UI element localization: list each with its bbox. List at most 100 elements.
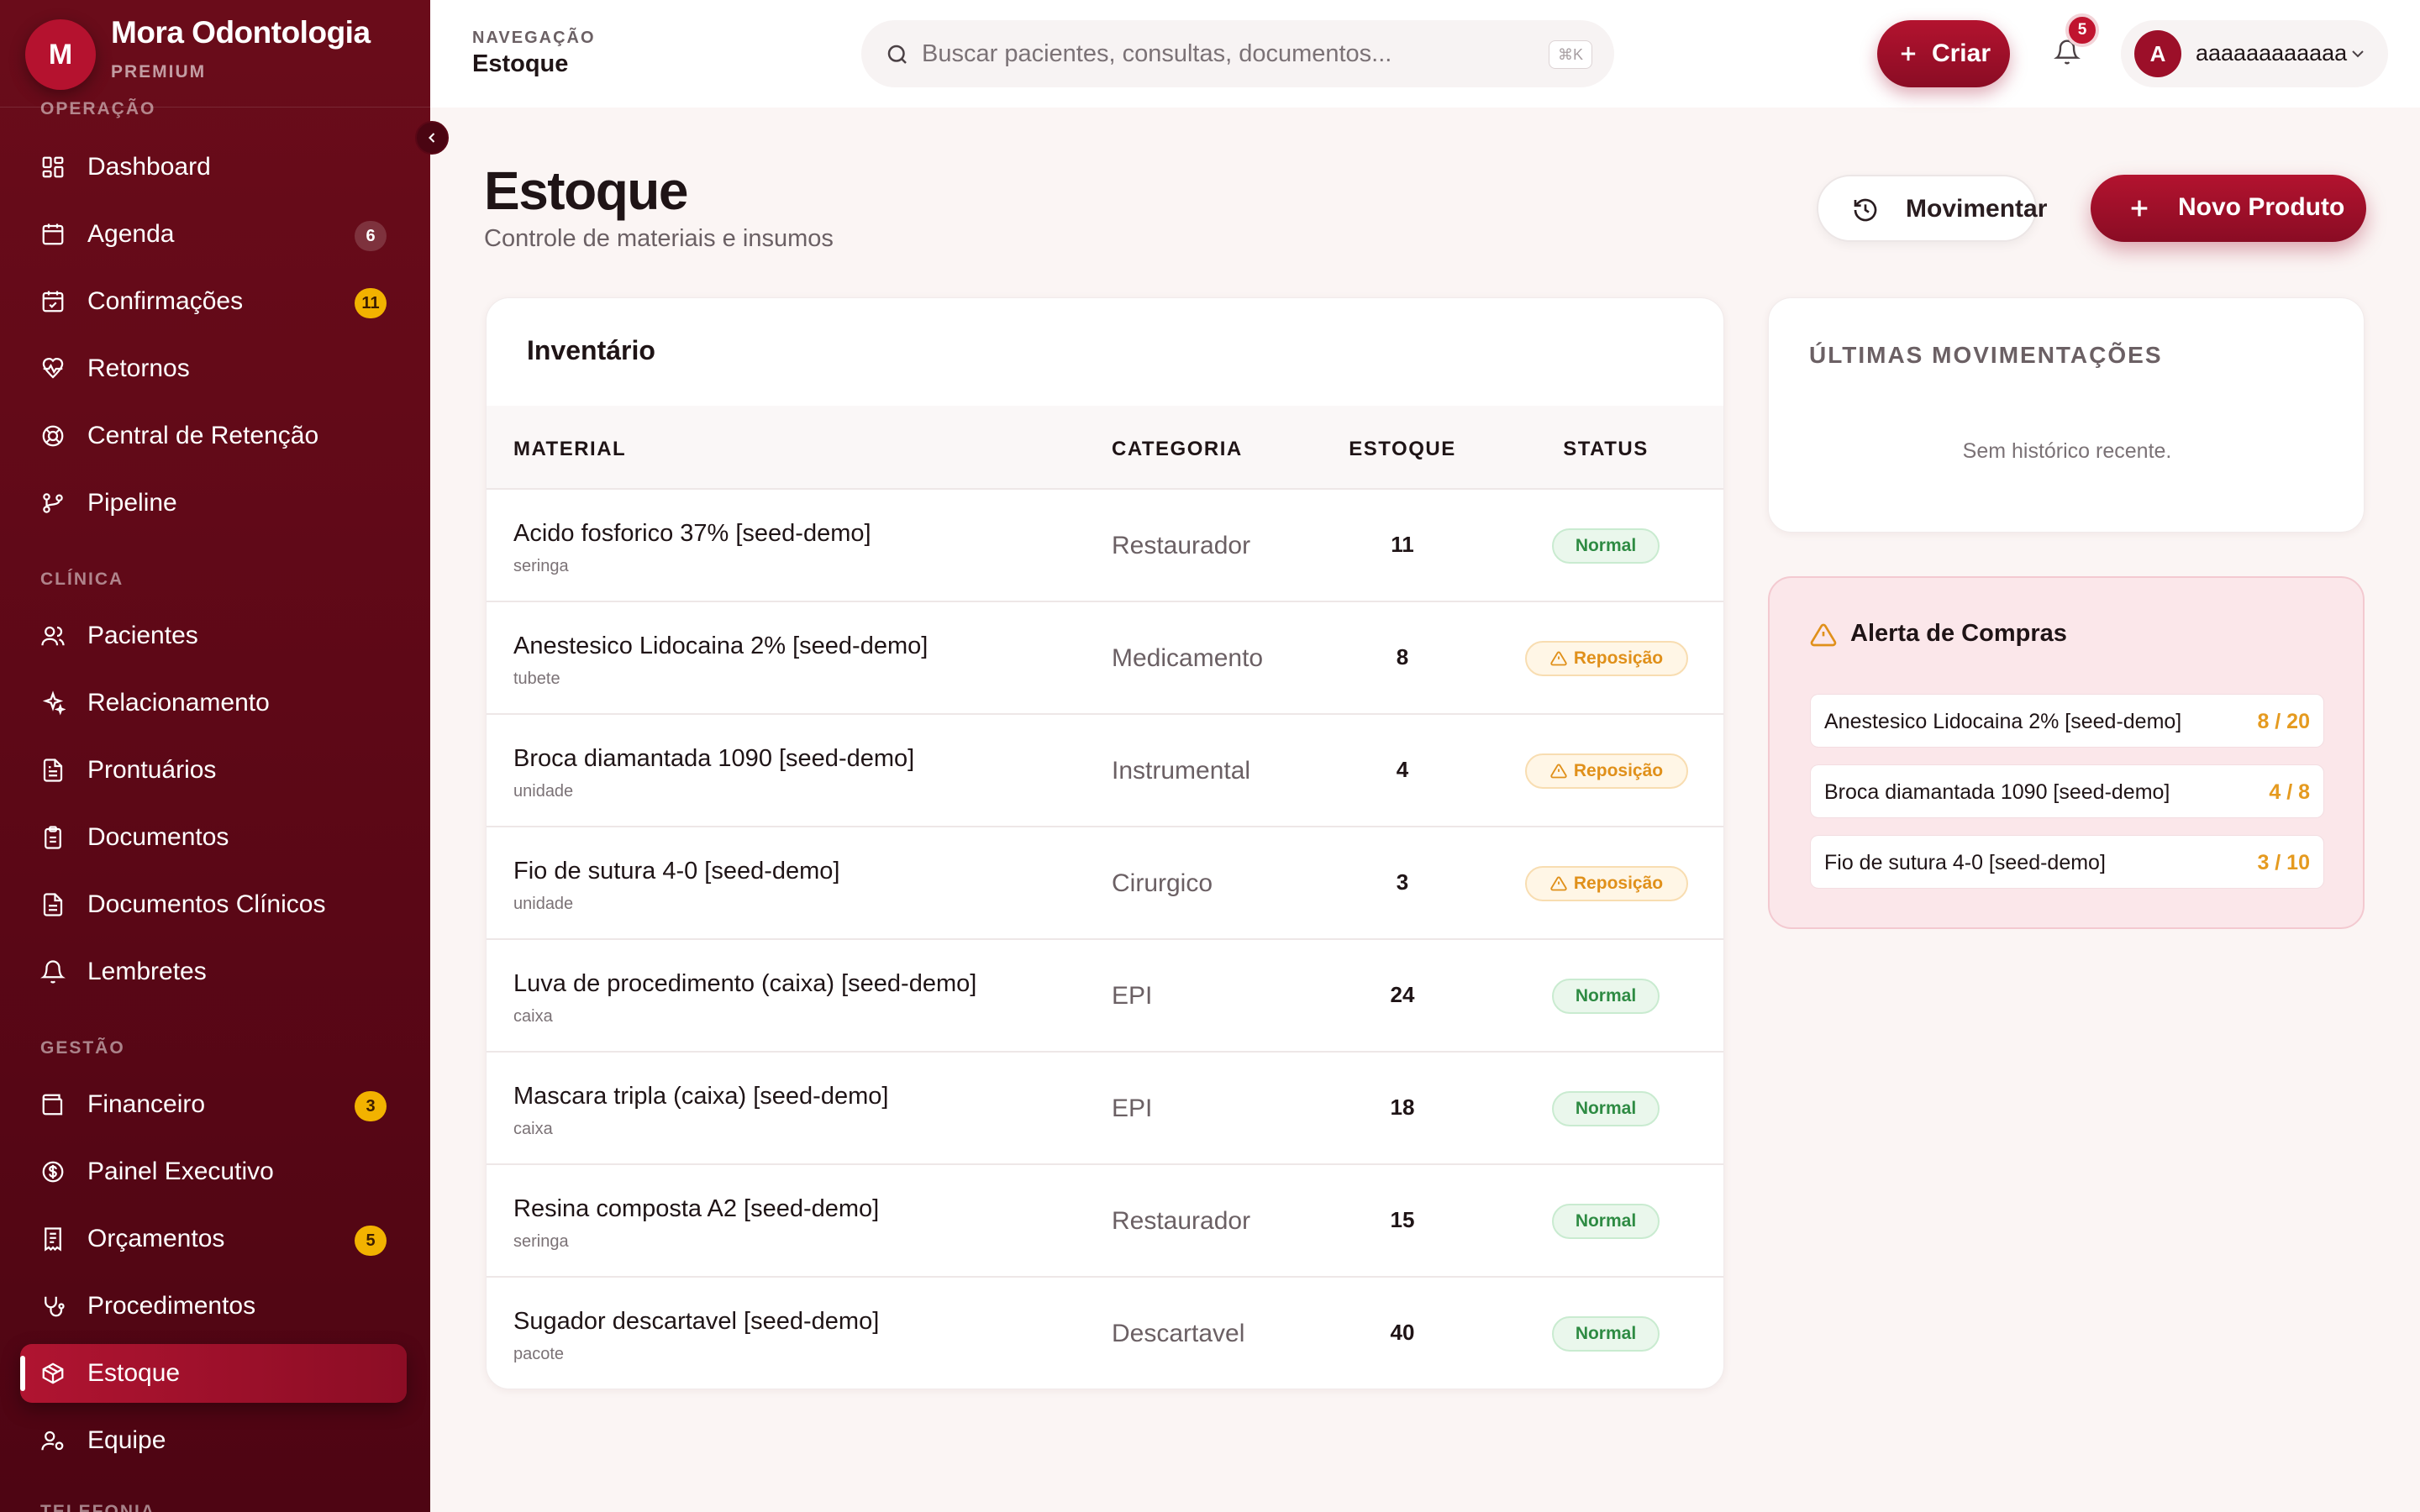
count-badge: 11 xyxy=(355,288,387,318)
sidebar-item-equipe[interactable]: Equipe xyxy=(20,1411,407,1470)
sidebar-item-procedimentos[interactable]: Procedimentos xyxy=(20,1277,407,1336)
inventory-title: Inventário xyxy=(527,335,655,365)
package-icon xyxy=(42,1362,64,1384)
new-product-label: Novo Produto xyxy=(2178,193,2345,221)
clipboard-icon xyxy=(45,826,61,849)
inventory-card: Inventário MATERIAL CATEGORIA ESTOQUE ST… xyxy=(486,297,1724,1389)
alert-item-name: Anestesico Lidocaina 2% [seed-demo] xyxy=(1824,710,2182,733)
table-row[interactable]: Luva de procedimento (caixa) [seed-demo]… xyxy=(487,940,1723,1053)
move-stock-label: Movimentar xyxy=(1906,195,2048,223)
alert-item[interactable]: Fio de sutura 4-0 [seed-demo] 3 / 10 xyxy=(1810,835,2324,889)
sidebar-collapse-button[interactable] xyxy=(415,121,449,155)
alert-item-quantity: 3 / 10 xyxy=(2257,851,2310,874)
sidebar-item-label: Painel Executivo xyxy=(87,1158,274,1185)
sidebar-item-label: Procedimentos xyxy=(87,1292,256,1320)
user-menu[interactable]: A aaaaaaaaaaaa xyxy=(2121,20,2388,87)
material-unit: caixa xyxy=(513,1007,553,1026)
sidebar-item-label: Financeiro xyxy=(87,1090,206,1118)
material-name: Luva de procedimento (caixa) [seed-demo] xyxy=(513,970,977,997)
sidebar-item-label: Pacientes xyxy=(87,622,198,649)
heart-pulse-icon xyxy=(42,358,64,379)
table-row[interactable]: Resina composta A2 [seed-demo] seringa Res… xyxy=(487,1165,1723,1278)
move-stock-button[interactable]: Movimentar xyxy=(1817,175,2047,242)
table-header: MATERIAL CATEGORIA ESTOQUE STATUS xyxy=(487,406,1723,490)
sidebar-item-central-retencao[interactable]: Central de Retenção xyxy=(20,407,407,465)
material-category: EPI xyxy=(1112,1095,1153,1122)
user-cog-icon xyxy=(41,1431,64,1451)
sidebar-item-orcamentos[interactable]: Orçamentos 5 xyxy=(20,1210,407,1268)
status-badge-label: Normal xyxy=(1575,986,1637,1005)
table-row[interactable]: Fio de sutura 4-0 [seed-demo] unidade Ciru… xyxy=(487,827,1723,940)
notifications-count-badge: 5 xyxy=(2065,13,2099,47)
alert-item[interactable]: Anestesico Lidocaina 2% [seed-demo] 8 / … xyxy=(1810,694,2324,748)
breadcrumb-label: NAVEGAÇÃO xyxy=(472,29,596,47)
column-header-material: MATERIAL xyxy=(513,438,627,460)
stock-quantity: 24 xyxy=(1390,982,1415,1007)
sidebar-item-pacientes[interactable]: Pacientes xyxy=(20,606,407,665)
plus-icon xyxy=(1901,46,1916,61)
alert-item-name: Broca diamantada 1090 [seed-demo] xyxy=(1824,780,2170,804)
sidebar-item-painel-executivo[interactable]: Painel Executivo xyxy=(20,1142,407,1201)
column-header-estoque: ESTOQUE xyxy=(1349,438,1456,460)
sidebar-item-lembretes[interactable]: Lembretes xyxy=(20,942,407,1001)
chevron-left-icon xyxy=(429,133,435,143)
warning-icon xyxy=(1550,876,1567,891)
search-input[interactable] xyxy=(922,34,1510,74)
table-row[interactable]: Broca diamantada 1090 [seed-demo] unidade… xyxy=(487,715,1723,827)
status-badge-label: Normal xyxy=(1575,1211,1637,1231)
stock-quantity: 4 xyxy=(1396,757,1409,782)
table-row[interactable]: Acido fosforico 37% [seed-demo] seringa Re… xyxy=(487,490,1723,602)
sidebar-item-label: Lembretes xyxy=(87,958,207,985)
table-row[interactable]: Anestesico Lidocaina 2% [seed-demo] tubet… xyxy=(487,602,1723,715)
status-badge: Reposição xyxy=(1525,641,1688,676)
sidebar-item-confirmacoes[interactable]: Confirmações 11 xyxy=(20,272,407,331)
create-button[interactable]: Criar xyxy=(1877,20,2010,87)
git-branch-icon xyxy=(43,493,63,513)
new-product-button[interactable]: Novo Produto xyxy=(2091,175,2366,242)
stock-quantity: 8 xyxy=(1396,644,1409,669)
sidebar-item-estoque[interactable]: Estoque xyxy=(20,1344,407,1403)
brand-name: Mora Odontologia xyxy=(111,15,371,50)
status-badge-label: Reposição xyxy=(1573,761,1664,780)
brand-logo: M xyxy=(25,19,96,90)
material-unit: tubete xyxy=(513,669,560,688)
sidebar-item-documentos-clinicos[interactable]: Documentos Clínicos xyxy=(20,875,407,934)
table-row[interactable]: Mascara tripla (caixa) [seed-demo] caixa E… xyxy=(487,1053,1723,1165)
search-box[interactable]: ⌘K xyxy=(861,20,1614,87)
material-category: Cirurgico xyxy=(1112,869,1213,897)
sidebar-item-documentos[interactable]: Documentos xyxy=(20,808,407,867)
alert-item[interactable]: Broca diamantada 1090 [seed-demo] 4 / 8 xyxy=(1810,764,2324,818)
warning-icon xyxy=(1810,623,1837,647)
sidebar-item-retornos[interactable]: Retornos xyxy=(20,339,407,398)
material-name: Sugador descartavel [seed-demo] xyxy=(513,1308,880,1335)
alert-item-quantity: 8 / 20 xyxy=(2257,710,2310,733)
bell-icon xyxy=(40,960,66,984)
recent-movements-title: ÚLTIMAS MOVIMENTAÇÕES xyxy=(1809,342,2163,368)
sidebar-item-label: Relacionamento xyxy=(87,689,270,717)
section-label-clinica: CLÍNICA xyxy=(40,570,124,589)
page-subtitle: Controle de materiais e insumos xyxy=(484,225,834,252)
stock-quantity: 3 xyxy=(1396,869,1409,895)
alert-item-name: Fio de sutura 4-0 [seed-demo] xyxy=(1824,851,2106,874)
sidebar-item-financeiro[interactable]: Financeiro 3 xyxy=(20,1075,407,1134)
empty-state-text: Sem histórico recente. xyxy=(1962,439,2172,463)
sidebar-item-label: Central de Retenção xyxy=(87,422,319,449)
sidebar-item-pipeline[interactable]: Pipeline xyxy=(20,474,407,533)
sidebar-item-label: Confirmações xyxy=(87,287,244,315)
sidebar-item-label: Pipeline xyxy=(87,489,177,517)
column-header-status: STATUS xyxy=(1563,438,1649,460)
table-row[interactable]: Sugador descartavel [seed-demo] pacote Des… xyxy=(487,1278,1723,1389)
status-badge: Normal xyxy=(1552,979,1660,1014)
sidebar-item-agenda[interactable]: Agenda 6 xyxy=(20,205,407,264)
sidebar: M Mora Odontologia PREMIUM OPERAÇÃO Dash… xyxy=(0,0,430,1512)
status-badge: Reposição xyxy=(1525,866,1688,901)
status-badge: Normal xyxy=(1552,1091,1660,1126)
material-unit: seringa xyxy=(513,1232,569,1251)
calendar-icon xyxy=(42,223,64,245)
status-badge-label: Reposição xyxy=(1573,648,1664,668)
sidebar-item-dashboard[interactable]: Dashboard xyxy=(20,138,407,197)
material-name: Anestesico Lidocaina 2% [seed-demo] xyxy=(513,633,929,659)
sidebar-item-prontuarios[interactable]: Prontuários xyxy=(20,741,407,800)
active-indicator xyxy=(20,1356,25,1391)
sidebar-item-relacionamento[interactable]: Relacionamento xyxy=(20,674,407,732)
